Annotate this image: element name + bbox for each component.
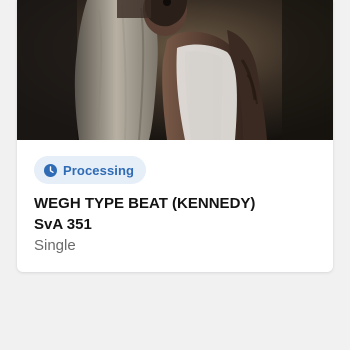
release-card[interactable]: Processing WEGH TYPE BEAT (KENNEDY) SvA … — [17, 0, 333, 272]
release-title: WEGH TYPE BEAT (KENNEDY) — [34, 195, 256, 212]
clock-icon — [44, 163, 57, 177]
status-badge: Processing — [34, 156, 147, 184]
artist-name: SvA 351 — [34, 216, 92, 233]
album-cover-image[interactable] — [17, 0, 333, 140]
status-label: Processing — [63, 162, 135, 178]
release-type: Single — [34, 237, 76, 254]
